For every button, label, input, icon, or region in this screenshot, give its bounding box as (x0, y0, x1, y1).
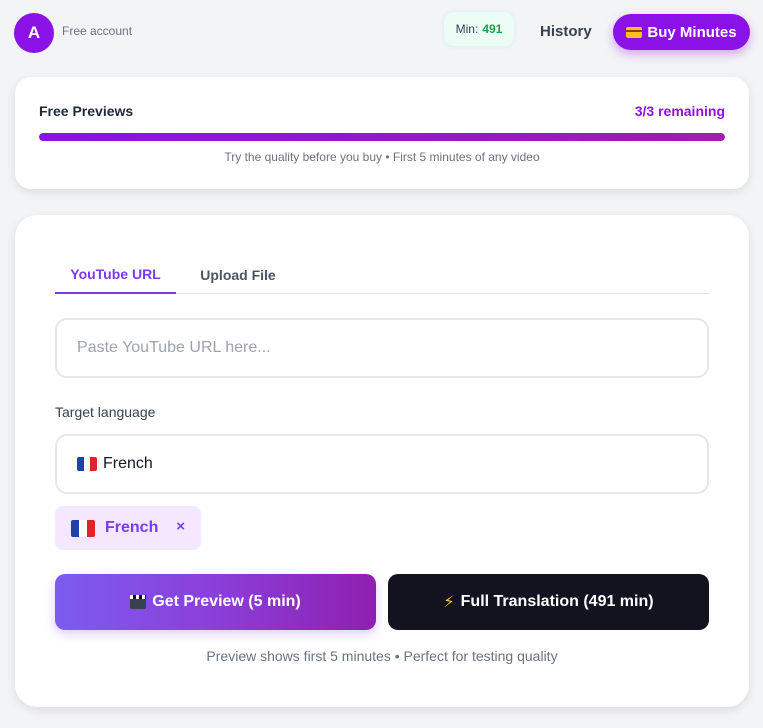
minutes-label: Min: (455, 22, 479, 36)
minutes-balance-badge: Min: 491 (444, 12, 514, 46)
translate-card: YouTube URL Upload File Target language … (15, 215, 749, 707)
buy-minutes-label: Buy Minutes (647, 23, 737, 41)
previews-note: Try the quality before you buy • First 5… (224, 150, 540, 164)
previews-progress-bar (39, 133, 725, 141)
credit-card-icon (626, 26, 643, 38)
free-previews-card: Free Previews 3/3 remaining Try the qual… (15, 77, 749, 189)
source-tabs: YouTube URL Upload File (55, 255, 709, 294)
free-previews-title: Free Previews (39, 103, 134, 119)
lightning-icon: ⚡ (443, 594, 455, 611)
tab-youtube-url[interactable]: YouTube URL (55, 255, 176, 294)
target-language-select[interactable]: French (55, 434, 709, 494)
tab-upload-file[interactable]: Upload File (177, 255, 299, 294)
top-bar: A Free account Min: 491 History Buy Minu… (0, 0, 763, 64)
youtube-url-input[interactable] (55, 318, 709, 378)
french-flag-icon (77, 457, 97, 471)
account-type-label: Free account (62, 24, 133, 38)
close-icon[interactable]: × (176, 518, 185, 535)
get-preview-label: Get Preview (5 min) (152, 593, 301, 610)
target-language-label: Target language (55, 404, 156, 420)
french-flag-icon (71, 519, 95, 537)
language-chip-french: French × (55, 506, 201, 550)
get-preview-button[interactable]: Get Preview (5 min) (55, 574, 376, 630)
preview-info-note: Preview shows first 5 minutes • Perfect … (206, 648, 558, 664)
language-chip-label: French (105, 519, 159, 536)
selected-language: French (103, 455, 153, 472)
history-link[interactable]: History (540, 23, 592, 40)
full-translation-button[interactable]: ⚡ Full Translation (491 min) (388, 574, 709, 630)
clapperboard-icon (130, 595, 147, 609)
full-translation-label: Full Translation (491 min) (460, 593, 654, 610)
buy-minutes-button[interactable]: Buy Minutes (613, 14, 750, 50)
previews-remaining: 3/3 remaining (634, 103, 725, 119)
minutes-value: 491 (482, 22, 503, 36)
previews-progress-fill (39, 133, 725, 141)
avatar[interactable]: A (14, 13, 54, 53)
